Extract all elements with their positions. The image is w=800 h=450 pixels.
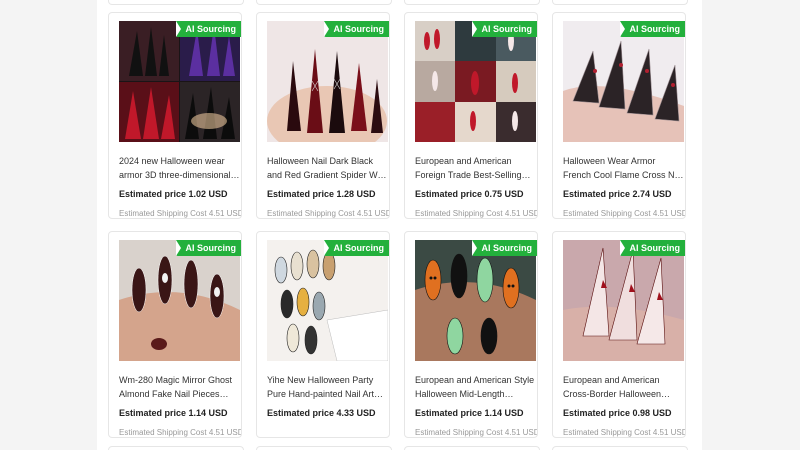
product-card[interactable]: AI Sourcing European and American Foreig… [404,12,538,219]
ai-sourcing-badge: AI Sourcing [472,240,537,256]
product-price: Estimated price 4.33 USD [267,408,376,418]
product-price: Estimated price 2.74 USD [563,189,672,199]
partial-card[interactable] [108,446,244,450]
partial-card[interactable] [256,0,392,5]
product-title[interactable]: Wm-280 Magic Mirror Ghost Almond Fake Na… [119,373,240,401]
product-image[interactable] [119,240,240,361]
partial-card[interactable] [552,446,688,450]
product-title[interactable]: European and American Style Halloween Mi… [415,373,536,401]
product-grid-panel: AI Sourcing 2024 new Halloween wear armo… [97,0,702,450]
ai-sourcing-badge: AI Sourcing [176,240,241,256]
product-image[interactable] [119,21,240,142]
product-price: Estimated price 1.02 USD [119,189,228,199]
product-image[interactable] [563,21,684,142]
shipping-cost: Estimated Shipping Cost 4.51 USD [119,209,242,218]
product-image[interactable] [267,21,388,142]
partial-card[interactable] [108,0,244,5]
product-price: Estimated price 1.14 USD [415,408,524,418]
partial-card[interactable] [404,446,540,450]
product-price: Estimated price 1.14 USD [119,408,228,418]
product-title[interactable]: Halloween Nail Dark Black and Red Gradie… [267,154,388,182]
product-image[interactable] [267,240,388,361]
product-image[interactable] [563,240,684,361]
product-title[interactable]: European and American Foreign Trade Best… [415,154,536,182]
partial-card[interactable] [256,446,392,450]
product-title[interactable]: 2024 new Halloween wear armor 3D three-d… [119,154,240,182]
product-price: Estimated price 1.28 USD [267,189,376,199]
ai-sourcing-badge: AI Sourcing [472,21,537,37]
product-price: Estimated price 0.98 USD [563,408,672,418]
product-card[interactable]: AI Sourcing Yihe New Halloween Party Pur… [256,231,390,438]
product-card[interactable]: AI Sourcing 2024 new Halloween wear armo… [108,12,242,219]
product-image[interactable] [415,240,536,361]
shipping-cost: Estimated Shipping Cost 4.51 USD [563,428,686,437]
shipping-cost: Estimated Shipping Cost 4.51 USD [563,209,686,218]
ai-sourcing-badge: AI Sourcing [324,240,389,256]
ai-sourcing-badge: AI Sourcing [620,21,685,37]
shipping-cost: Estimated Shipping Cost 4.51 USD [267,209,390,218]
product-image[interactable] [415,21,536,142]
product-card[interactable]: AI Sourcing European and American Cross-… [552,231,686,438]
product-price: Estimated price 0.75 USD [415,189,524,199]
shipping-cost: Estimated Shipping Cost 4.51 USD [415,428,538,437]
shipping-cost: Estimated Shipping Cost 4.51 USD [119,428,242,437]
ai-sourcing-badge: AI Sourcing [324,21,389,37]
product-title[interactable]: Halloween Wear Armor French Cool Flame C… [563,154,684,182]
partial-card[interactable] [404,0,540,5]
product-card[interactable]: AI Sourcing Halloween Nail Dark Black an… [256,12,390,219]
product-card[interactable]: AI Sourcing European and American Style … [404,231,538,438]
product-card[interactable]: AI Sourcing Wm-280 Magic Mirror Ghost Al… [108,231,242,438]
partial-card[interactable] [552,0,688,5]
shipping-cost: Estimated Shipping Cost 4.51 USD [415,209,538,218]
product-title[interactable]: Yihe New Halloween Party Pure Hand-paint… [267,373,388,401]
ai-sourcing-badge: AI Sourcing [620,240,685,256]
ai-sourcing-badge: AI Sourcing [176,21,241,37]
product-card[interactable]: AI Sourcing Halloween Wear Armor French … [552,12,686,219]
product-title[interactable]: European and American Cross-Border Hallo… [563,373,684,401]
